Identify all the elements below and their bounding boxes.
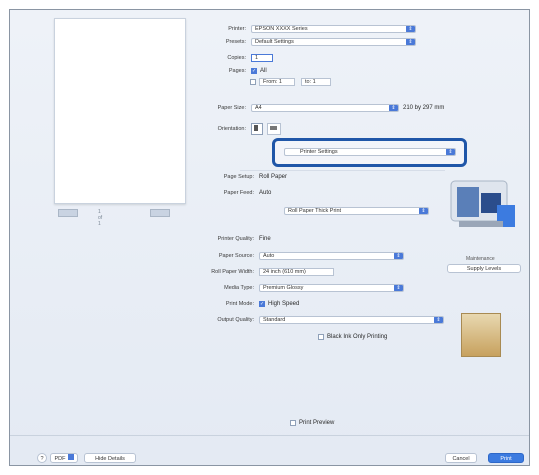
printer-caption: Maintenance [466, 256, 495, 262]
chevron-updown-icon: ⇕ [406, 39, 415, 45]
page-setup-label: Page Setup: [223, 174, 254, 180]
black-ink-label: Black Ink Only Printing [327, 334, 388, 340]
copies-row: Copies: 1 [188, 53, 273, 63]
chevron-updown-icon: ⇕ [394, 285, 403, 291]
help-button[interactable]: ? [37, 453, 47, 463]
paper-feed-select[interactable]: Roll Paper Thick Print ⇕ [284, 207, 429, 215]
media-type-row: Media Type: Premium Glossy ⇕ [196, 283, 404, 293]
print-quality-label: Printer Quality: [217, 236, 254, 242]
presets-select[interactable]: Default Settings ⇕ [251, 38, 416, 46]
paper-source-value: Auto [263, 253, 275, 259]
pages-row: Pages: All [188, 66, 267, 76]
output-quality-label: Output Quality: [217, 317, 254, 323]
chevron-updown-icon: ⇕ [406, 26, 415, 32]
paper-source-label: Paper Source: [218, 253, 254, 259]
paper-feed-sub-value: Roll Paper Thick Print [288, 208, 342, 214]
page-preview [54, 18, 186, 204]
output-quality-value: Standard [263, 317, 286, 323]
paper-feed-sub-row: Roll Paper Thick Print ⇕ [284, 206, 429, 216]
pdf-label: PDF [54, 456, 66, 462]
printer-value: EPSON XXXX Series [255, 26, 308, 32]
high-speed-label: High Speed [268, 301, 300, 307]
printer-select[interactable]: EPSON XXXX Series ⇕ [251, 25, 416, 33]
print-mode-row: Print Mode: High Speed [196, 299, 299, 309]
chevron-down-icon [67, 454, 74, 460]
portrait-icon [254, 125, 258, 131]
section-row: Printer Settings ⇕ [284, 147, 456, 157]
page-setup-row: Page Setup: Roll Paper [196, 172, 287, 182]
pages-range-radio[interactable] [250, 79, 256, 85]
page-setup-value: Roll Paper [259, 174, 288, 180]
pdf-button[interactable]: PDF [50, 453, 78, 463]
paper-size-dims: 210 by 297 mm [403, 105, 445, 111]
media-type-value: Premium Glossy [263, 285, 304, 291]
print-quality-row: Printer Quality: Fine [196, 234, 271, 244]
section-select-value: Printer Settings [300, 149, 338, 155]
black-ink-checkbox[interactable] [318, 334, 324, 340]
paper-source-select[interactable]: Auto ⇕ [259, 252, 404, 260]
paper-feed-value: Auto [259, 190, 272, 196]
portrait-orientation-button[interactable] [251, 123, 263, 135]
paper-size-row: Paper Size: A4 ⇕ 210 by 297 mm [188, 103, 444, 113]
roll-paper-width-field[interactable]: 24 inch (610 mm) [259, 268, 334, 276]
pages-label: Pages: [228, 68, 246, 74]
pages-from-input[interactable]: From: 1 [259, 78, 295, 86]
presets-value: Default Settings [255, 39, 294, 45]
presets-row: Presets: Default Settings ⇕ [188, 37, 416, 47]
landscape-icon [270, 126, 277, 130]
print-mode-label: Print Mode: [225, 301, 254, 307]
copies-input[interactable]: 1 [251, 54, 273, 62]
paper-size-select[interactable]: A4 ⇕ [251, 104, 399, 112]
printer-image [450, 180, 515, 227]
chevron-updown-icon: ⇕ [419, 208, 428, 214]
roll-paper-width-row: Roll Paper Width: 24 inch (610 mm) [196, 267, 334, 277]
paper-source-row: Paper Source: Auto ⇕ [196, 251, 404, 261]
paper-feed-row: Paper Feed: Auto [196, 188, 272, 198]
next-page-button[interactable] [150, 209, 170, 217]
media-type-select[interactable]: Premium Glossy ⇕ [259, 284, 404, 292]
presets-label: Presets: [225, 39, 246, 45]
printer-row: Printer: EPSON XXXX Series ⇕ [188, 24, 416, 34]
black-ink-row: Black Ink Only Printing [318, 332, 387, 342]
hide-details-button[interactable]: Hide Details [84, 453, 136, 463]
chevron-updown-icon: ⇕ [389, 105, 398, 111]
print-button[interactable]: Print [488, 453, 524, 463]
paper-size-label: Paper Size: [217, 105, 246, 111]
section-select[interactable]: Printer Settings ⇕ [284, 148, 456, 156]
print-preview-row: Print Preview [290, 418, 334, 428]
pages-range-row: From: 1 to: 1 [250, 77, 331, 87]
footer-separator [10, 435, 529, 436]
paper-feed-label: Paper Feed: [223, 190, 254, 196]
chevron-updown-icon: ⇕ [446, 149, 455, 155]
landscape-orientation-button[interactable] [267, 123, 281, 135]
cancel-button[interactable]: Cancel [445, 453, 477, 463]
copies-label: Copies: [227, 55, 246, 61]
media-type-label: Media Type: [224, 285, 254, 291]
chevron-updown-icon: ⇕ [394, 253, 403, 259]
print-preview-label: Print Preview [299, 420, 335, 426]
orientation-label: Orientation: [217, 126, 246, 132]
roll-paper-width-label: Roll Paper Width: [211, 269, 254, 275]
previous-page-button[interactable] [58, 209, 78, 217]
pages-to-input[interactable]: to: 1 [301, 78, 331, 86]
printer-label: Printer: [228, 26, 246, 32]
paper-size-value: A4 [255, 105, 262, 111]
page-counter: 1 of 1 [98, 209, 103, 227]
print-preview-checkbox[interactable] [290, 420, 296, 426]
section-divider [240, 170, 445, 171]
output-quality-select[interactable]: Standard ⇕ [259, 316, 444, 324]
chevron-updown-icon: ⇕ [434, 317, 443, 323]
pages-all-radio[interactable] [251, 68, 257, 74]
print-quality-value: Fine [259, 236, 271, 242]
color-management-image [461, 313, 501, 357]
supply-levels-button[interactable]: Supply Levels [447, 264, 521, 273]
pages-all-label: All [260, 68, 267, 74]
output-quality-row: Output Quality: Standard ⇕ [196, 315, 444, 325]
orientation-row: Orientation: [188, 123, 281, 135]
high-speed-checkbox[interactable] [259, 301, 265, 307]
